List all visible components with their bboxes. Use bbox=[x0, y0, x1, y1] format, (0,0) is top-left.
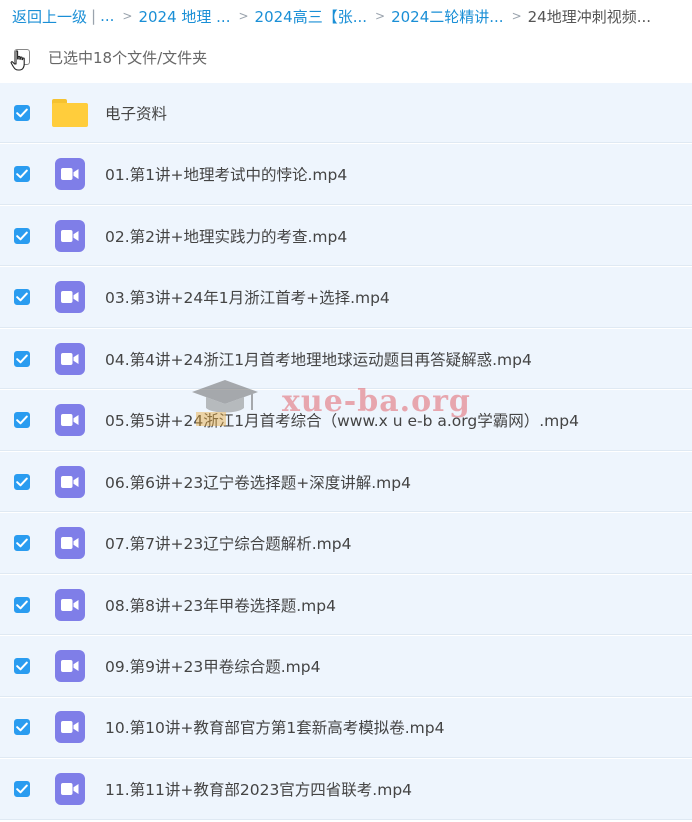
folder-icon bbox=[50, 98, 90, 127]
file-row[interactable]: 05.第5讲+24浙江1月首考综合（www.x u e-b a.org学霸网）.… bbox=[0, 390, 692, 451]
breadcrumb-item[interactable]: 2024 地理 ... bbox=[138, 6, 230, 27]
file-name[interactable]: 06.第6讲+23辽宁卷选择题+深度讲解.mp4 bbox=[105, 471, 411, 493]
file-name[interactable]: 电子资料 bbox=[105, 102, 167, 124]
file-row[interactable]: 11.第11讲+教育部2023官方四省联考.mp4 bbox=[0, 759, 692, 820]
checkbox-checked-icon[interactable] bbox=[14, 596, 30, 613]
chevron-right-icon: > bbox=[238, 9, 249, 23]
file-row[interactable]: 09.第9讲+23甲卷综合题.mp4 bbox=[0, 636, 692, 697]
checkbox-checked-icon[interactable] bbox=[14, 227, 30, 244]
file-name[interactable]: 02.第2讲+地理实践力的考查.mp4 bbox=[105, 225, 347, 247]
file-row[interactable]: 电子资料 bbox=[0, 83, 692, 144]
breadcrumb-item[interactable]: 2024高三【张... bbox=[255, 6, 367, 27]
chevron-right-icon: > bbox=[122, 9, 133, 23]
file-row[interactable]: 03.第3讲+24年1月浙江首考+选择.mp4 bbox=[0, 267, 692, 328]
back-link[interactable]: 返回上一级 bbox=[12, 6, 87, 27]
video-file-icon bbox=[50, 404, 90, 437]
file-row[interactable]: 10.第10讲+教育部官方第1套新高考模拟卷.mp4 bbox=[0, 697, 692, 759]
selection-bar: 已选中18个文件/文件夹 bbox=[0, 32, 692, 82]
video-file-icon bbox=[50, 527, 90, 560]
video-file-icon bbox=[50, 650, 90, 682]
checkbox-checked-icon[interactable] bbox=[14, 104, 30, 121]
checkbox-checked-icon[interactable] bbox=[14, 412, 30, 429]
file-row[interactable]: 08.第8讲+23年甲卷选择题.mp4 bbox=[0, 574, 692, 636]
file-row[interactable]: 06.第6讲+23辽宁卷选择题+深度讲解.mp4 bbox=[0, 451, 692, 513]
file-row[interactable]: 02.第2讲+地理实践力的考查.mp4 bbox=[0, 205, 692, 267]
breadcrumb-divider: | bbox=[91, 7, 97, 25]
breadcrumb-ellipsis[interactable]: ... bbox=[100, 7, 114, 25]
breadcrumb-current: 24地理冲刺视频... bbox=[527, 7, 652, 26]
chevron-right-icon: > bbox=[511, 9, 522, 23]
file-name[interactable]: 11.第11讲+教育部2023官方四省联考.mp4 bbox=[105, 778, 412, 800]
video-file-icon bbox=[50, 588, 90, 621]
checkbox-checked-icon[interactable] bbox=[14, 473, 30, 490]
video-file-icon bbox=[50, 465, 90, 498]
selection-count-label: 已选中18个文件/文件夹 bbox=[48, 48, 208, 67]
breadcrumb-item[interactable]: 2024二轮精讲... bbox=[391, 6, 503, 27]
file-name[interactable]: 07.第7讲+23辽宁综合题解析.mp4 bbox=[105, 532, 351, 554]
breadcrumb: 返回上一级 | ... > 2024 地理 ... > 2024高三【张... … bbox=[0, 0, 692, 32]
checkbox-checked-icon[interactable] bbox=[14, 780, 30, 797]
video-file-icon bbox=[50, 158, 90, 191]
checkbox-checked-icon[interactable] bbox=[14, 658, 30, 674]
file-name[interactable]: 08.第8讲+23年甲卷选择题.mp4 bbox=[105, 594, 336, 616]
video-file-icon bbox=[50, 711, 90, 744]
file-name[interactable]: 01.第1讲+地理考试中的悖论.mp4 bbox=[105, 163, 347, 185]
video-file-icon bbox=[50, 772, 90, 805]
file-row[interactable]: 04.第4讲+24浙江1月首考地理地球运动题目再答疑解惑.mp4 bbox=[0, 328, 692, 390]
checkbox-checked-icon[interactable] bbox=[14, 166, 30, 183]
file-name[interactable]: 04.第4讲+24浙江1月首考地理地球运动题目再答疑解惑.mp4 bbox=[105, 348, 532, 370]
checkbox-checked-icon[interactable] bbox=[14, 719, 30, 736]
file-name[interactable]: 09.第9讲+23甲卷综合题.mp4 bbox=[105, 655, 320, 677]
video-file-icon bbox=[50, 281, 90, 314]
file-name[interactable]: 03.第3讲+24年1月浙江首考+选择.mp4 bbox=[105, 286, 390, 308]
checkbox-checked-icon[interactable] bbox=[14, 535, 30, 552]
hand-cursor-icon bbox=[10, 50, 25, 71]
file-list: 电子资料 01.第1讲+地理考试中的悖论.mp4 02.第2讲+地理实践力的考查.m… bbox=[0, 83, 692, 821]
file-name[interactable]: 10.第10讲+教育部官方第1套新高考模拟卷.mp4 bbox=[105, 716, 444, 738]
file-row[interactable]: 01.第1讲+地理考试中的悖论.mp4 bbox=[0, 144, 692, 205]
checkbox-checked-icon[interactable] bbox=[14, 350, 30, 367]
checkbox-checked-icon[interactable] bbox=[14, 289, 30, 306]
video-file-icon bbox=[50, 342, 90, 375]
file-row[interactable]: 07.第7讲+23辽宁综合题解析.mp4 bbox=[0, 513, 692, 574]
file-name[interactable]: 05.第5讲+24浙江1月首考综合（www.x u e-b a.org学霸网）.… bbox=[105, 409, 579, 431]
video-file-icon bbox=[50, 219, 90, 252]
chevron-right-icon: > bbox=[375, 9, 386, 23]
